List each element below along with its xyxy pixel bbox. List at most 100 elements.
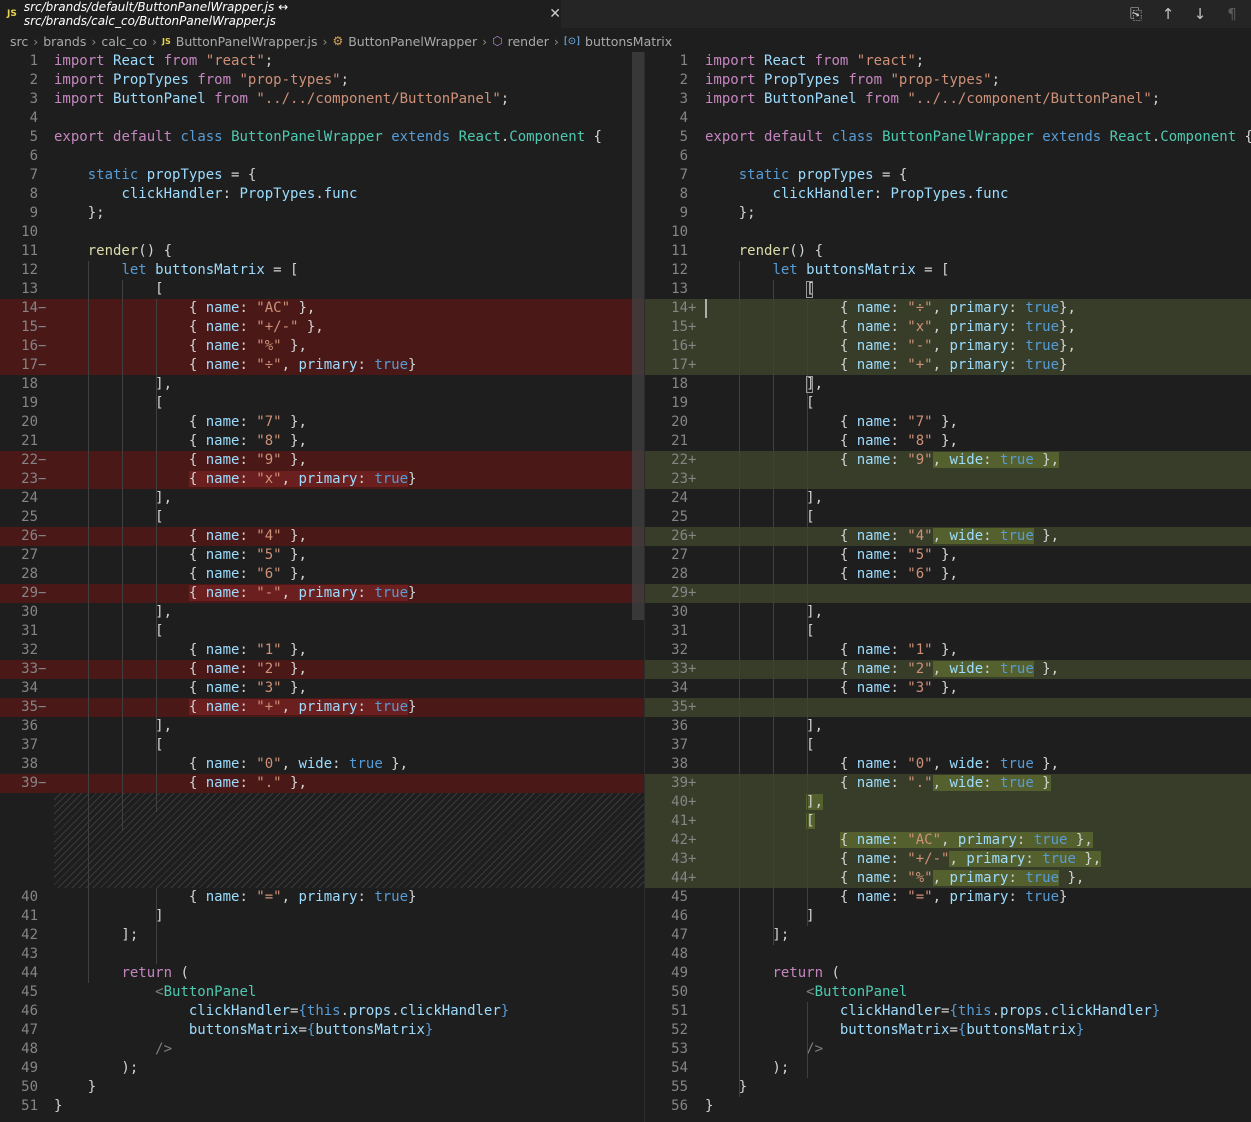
code-line[interactable]: 6 [0,147,644,166]
code-line[interactable]: 46 ] [645,907,1251,926]
code-line[interactable]: 3 import ButtonPanel from "../../componen… [0,90,644,109]
code-line[interactable]: 44 + { name: "%", primary: true }, [645,869,1251,888]
code-line[interactable]: 49 ); [0,1059,644,1078]
breadcrumb-item[interactable]: brands [43,34,86,49]
previous-change-icon[interactable]: ↑ [1159,5,1177,23]
code-line[interactable]: 15− { name: "+/-" }, [0,318,644,337]
code-line[interactable]: 27 { name: "5" }, [645,546,1251,565]
code-line[interactable]: 56} [645,1097,1251,1116]
code-line[interactable]: 35− { name: "+", primary: true} [0,698,644,717]
show-whitespace-icon[interactable]: ¶ [1223,5,1241,23]
breadcrumb-item[interactable]: ButtonPanelWrapper.js [176,34,318,49]
code-line[interactable]: 8 clickHandler: PropTypes.func [645,185,1251,204]
code-line[interactable]: 9 }; [645,204,1251,223]
code-line[interactable]: 1 import React from "react"; [0,52,644,71]
code-line[interactable]: 41 + [ [645,812,1251,831]
code-line[interactable]: 47 buttonsMatrix={buttonsMatrix} [0,1021,644,1040]
code-line[interactable]: 48 [645,945,1251,964]
code-line[interactable]: 33 + { name: "2", wide: true }, [645,660,1251,679]
code-line[interactable]: 32 { name: "1" }, [0,641,644,660]
code-line[interactable]: 22− { name: "9" }, [0,451,644,470]
code-line[interactable]: 4 [645,109,1251,128]
code-line[interactable]: 9 }; [0,204,644,223]
code-line[interactable]: 40 + ], [645,793,1251,812]
code-line[interactable]: 5 export default class ButtonPanelWrapper… [0,128,644,147]
code-line[interactable]: 2 import PropTypes from "prop-types"; [645,71,1251,90]
code-line[interactable]: 45 <ButtonPanel [0,983,644,1002]
code-line[interactable]: 5 export default class ButtonPanelWrapper… [645,128,1251,147]
code-line[interactable]: 39− { name: "." }, [0,774,644,793]
code-line[interactable]: 22 + { name: "9", wide: true }, [645,451,1251,470]
code-line[interactable]: 16− { name: "%" }, [0,337,644,356]
code-line[interactable]: 38 { name: "0", wide: true }, [0,755,644,774]
code-line[interactable]: 26 + { name: "4", wide: true }, [645,527,1251,546]
code-line[interactable]: 45 { name: "=", primary: true} [645,888,1251,907]
code-line[interactable]: 7 static propTypes = { [0,166,644,185]
code-line[interactable]: 23 + [645,470,1251,489]
code-line[interactable]: 36 ], [0,717,644,736]
code-line[interactable]: 32 { name: "1" }, [645,641,1251,660]
code-line[interactable]: 52 buttonsMatrix={buttonsMatrix} [645,1021,1251,1040]
code-line[interactable]: 20 { name: "7" }, [0,413,644,432]
code-line[interactable]: 36 ], [645,717,1251,736]
breadcrumb-item[interactable]: ButtonPanelWrapper [348,34,477,49]
code-line[interactable]: 19 [ [645,394,1251,413]
code-line[interactable]: 17 + { name: "+", primary: true} [645,356,1251,375]
code-line[interactable]: 51 clickHandler={this.props.clickHandler… [645,1002,1251,1021]
code-line[interactable]: 6 [645,147,1251,166]
code-line[interactable]: 12 let buttonsMatrix = [ [645,261,1251,280]
code-line[interactable]: 24 ], [0,489,644,508]
code-line[interactable]: 18 ], [645,375,1251,394]
code-line[interactable]: 47 ]; [645,926,1251,945]
code-line[interactable]: 33− { name: "2" }, [0,660,644,679]
close-icon[interactable]: ✕ [549,6,561,22]
code-line[interactable]: 14− { name: "AC" }, [0,299,644,318]
code-line[interactable]: 54 ); [645,1059,1251,1078]
code-line[interactable]: 1 import React from "react"; [645,52,1251,71]
code-line[interactable]: 34 { name: "3" }, [0,679,644,698]
code-line[interactable]: 23− { name: "x", primary: true} [0,470,644,489]
code-line[interactable]: 27 { name: "5" }, [0,546,644,565]
code-line[interactable]: 41 ] [0,907,644,926]
code-line[interactable]: 55 } [645,1078,1251,1097]
original-file-pane[interactable]: 1 import React from "react"; 2 import PropT… [0,52,644,1122]
code-line[interactable]: 11 render() { [645,242,1251,261]
code-line[interactable]: 17− { name: "÷", primary: true} [0,356,644,375]
code-line[interactable]: 18 ], [0,375,644,394]
code-line[interactable]: 28 { name: "6" }, [0,565,644,584]
code-line[interactable]: 39 + { name: ".", wide: true } [645,774,1251,793]
code-line[interactable]: 51} [0,1097,644,1116]
code-line[interactable]: 20 { name: "7" }, [645,413,1251,432]
code-line[interactable]: 40 { name: "=", primary: true} [0,888,644,907]
open-file-icon[interactable]: ⎘ [1127,5,1145,23]
code-line[interactable]: 37 [ [645,736,1251,755]
code-line[interactable]: 3 import ButtonPanel from "../../componen… [645,90,1251,109]
code-line[interactable]: 46 clickHandler={this.props.clickHandler… [0,1002,644,1021]
code-line[interactable]: 25 [ [0,508,644,527]
code-line[interactable]: 29− { name: "-", primary: true} [0,584,644,603]
code-line[interactable]: 30 ], [0,603,644,622]
code-line[interactable]: 44 return ( [0,964,644,983]
code-line[interactable]: 26− { name: "4" }, [0,527,644,546]
code-line[interactable]: 43 [0,945,644,964]
code-line[interactable]: 50 } [0,1078,644,1097]
code-line[interactable]: 34 { name: "3" }, [645,679,1251,698]
code-line[interactable]: 16 + { name: "-", primary: true}, [645,337,1251,356]
breadcrumb-item[interactable]: src [10,34,28,49]
code-line[interactable]: 49 return ( [645,964,1251,983]
next-change-icon[interactable]: ↓ [1191,5,1209,23]
code-line[interactable]: 19 [ [0,394,644,413]
code-line[interactable]: 12 let buttonsMatrix = [ [0,261,644,280]
code-line[interactable]: 53 /> [645,1040,1251,1059]
breadcrumb-item[interactable]: calc_co [101,34,147,49]
code-line[interactable]: 10 [645,223,1251,242]
modified-file-pane[interactable]: 1 import React from "react"; 2 import PropT… [645,52,1251,1122]
code-line[interactable]: 38 { name: "0", wide: true }, [645,755,1251,774]
code-line[interactable]: 13 [ [0,280,644,299]
code-line[interactable]: 10 [0,223,644,242]
code-line[interactable]: 4 [0,109,644,128]
code-line[interactable]: 35 + [645,698,1251,717]
code-line[interactable]: 8 clickHandler: PropTypes.func [0,185,644,204]
code-line[interactable]: 15 + { name: "x", primary: true}, [645,318,1251,337]
breadcrumb-item[interactable]: render [508,34,549,49]
